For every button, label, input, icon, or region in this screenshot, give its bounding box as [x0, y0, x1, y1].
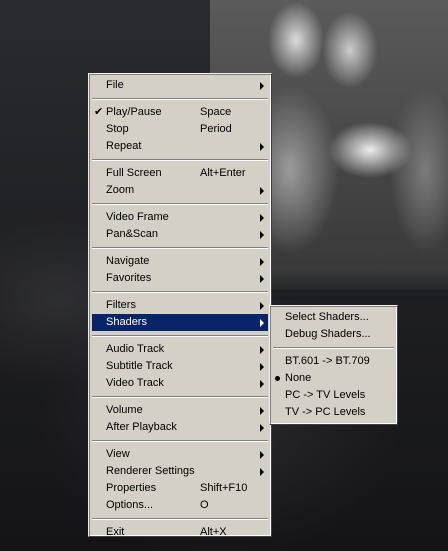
menu-item-file[interactable]: File	[92, 77, 268, 94]
menu-item-label: Repeat	[106, 140, 142, 152]
submenu-arrow-icon	[260, 407, 264, 415]
menu-item-full-screen[interactable]: Full Screen Alt+Enter	[92, 165, 268, 182]
menu-item-navigate[interactable]: Navigate	[92, 253, 268, 270]
submenu-arrow-icon	[260, 82, 264, 90]
submenu-item-label: Select Shaders...	[285, 311, 369, 323]
menu-item-label: Favorites	[106, 272, 152, 284]
menu-item-label: Filters	[106, 299, 136, 311]
menu-separator	[92, 396, 268, 398]
submenu-arrow-icon	[260, 319, 264, 327]
submenu-arrow-icon	[260, 363, 264, 371]
menu-separator	[92, 440, 268, 442]
menu-item-label: Pan&Scan	[106, 228, 158, 240]
submenu-arrow-icon	[260, 275, 264, 283]
menu-item-label: Options...	[106, 499, 154, 511]
menu-item-video-frame[interactable]: Video Frame	[92, 209, 268, 226]
menu-item-label: View	[106, 448, 130, 460]
menu-item-label: Properties	[106, 482, 157, 494]
menu-separator	[92, 518, 268, 520]
menu-item-pan-scan[interactable]: Pan&Scan	[92, 226, 268, 243]
submenu-arrow-icon	[260, 302, 264, 310]
menu-item-after-playback[interactable]: After Playback	[92, 419, 268, 436]
menu-item-options[interactable]: Options... O	[92, 497, 268, 514]
radio-bullet-icon	[275, 376, 280, 381]
menu-item-properties[interactable]: Properties Shift+F10	[92, 480, 268, 497]
menu-separator	[92, 98, 268, 100]
menu-item-filters[interactable]: Filters	[92, 297, 268, 314]
menu-separator	[92, 291, 268, 293]
submenu-arrow-icon	[260, 143, 264, 151]
menu-item-label: After Playback	[106, 421, 177, 433]
menu-item-label: Audio Track	[106, 343, 165, 355]
menu-item-stop[interactable]: Stop Period	[92, 121, 268, 138]
menu-separator	[92, 159, 268, 161]
submenu-item-label: TV -> PC Levels	[285, 406, 366, 418]
context-menu: File ✔ Play/Pause Space Stop Period Repeat Full…	[88, 73, 272, 538]
menu-separator	[92, 247, 268, 249]
menu-item-label: Subtitle Track	[106, 360, 173, 372]
menu-item-play-pause[interactable]: ✔ Play/Pause Space	[92, 104, 268, 121]
menu-item-renderer-settings[interactable]: Renderer Settings	[92, 463, 268, 480]
shaders-submenu: Select Shaders... Debug Shaders... BT.601 …	[269, 305, 398, 425]
submenu-item-label: None	[285, 372, 312, 384]
menu-item-favorites[interactable]: Favorites	[92, 270, 268, 287]
menu-item-video-track[interactable]: Video Track	[92, 375, 268, 392]
menu-item-label: Volume	[106, 404, 143, 416]
menu-item-audio-track[interactable]: Audio Track	[92, 341, 268, 358]
menu-item-repeat[interactable]: Repeat	[92, 138, 268, 155]
submenu-item-none[interactable]: None	[273, 370, 394, 387]
menu-item-label: Shaders	[106, 316, 147, 328]
submenu-arrow-icon	[260, 451, 264, 459]
menu-item-label: Video Frame	[106, 211, 169, 223]
submenu-item-tv-pc-levels[interactable]: TV -> PC Levels	[273, 404, 394, 421]
submenu-arrow-icon	[260, 258, 264, 266]
menu-item-shortcut: Period	[200, 123, 232, 135]
menu-item-shaders[interactable]: Shaders	[92, 314, 268, 331]
menu-item-label: Stop	[106, 123, 129, 135]
menu-item-view[interactable]: View	[92, 446, 268, 463]
submenu-arrow-icon	[260, 468, 264, 476]
menu-item-subtitle-track[interactable]: Subtitle Track	[92, 358, 268, 375]
menu-item-label: Navigate	[106, 255, 150, 267]
menu-item-shortcut: O	[200, 499, 209, 511]
menu-item-label: Play/Pause	[106, 106, 162, 118]
menu-separator	[92, 203, 268, 205]
menu-item-label: Zoom	[106, 184, 135, 196]
menu-item-label: File	[106, 79, 124, 91]
submenu-item-select-shaders[interactable]: Select Shaders...	[273, 309, 394, 326]
menu-item-label: Video Track	[106, 377, 164, 389]
menu-separator	[92, 335, 268, 337]
menu-item-shortcut: Alt+Enter	[200, 167, 246, 179]
submenu-arrow-icon	[260, 380, 264, 388]
menu-item-volume[interactable]: Volume	[92, 402, 268, 419]
submenu-item-label: PC -> TV Levels	[285, 389, 366, 401]
menu-item-label: Full Screen	[106, 167, 162, 179]
menu-item-zoom[interactable]: Zoom	[92, 182, 268, 199]
checkmark-icon: ✔	[94, 106, 104, 118]
menu-item-shortcut: Shift+F10	[200, 482, 248, 494]
menu-item-label: Renderer Settings	[106, 465, 195, 477]
submenu-item-bt-601-bt-709[interactable]: BT.601 -> BT.709	[273, 353, 394, 370]
submenu-item-label: BT.601 -> BT.709	[285, 355, 370, 367]
submenu-arrow-icon	[260, 424, 264, 432]
submenu-arrow-icon	[260, 346, 264, 354]
submenu-item-pc-tv-levels[interactable]: PC -> TV Levels	[273, 387, 394, 404]
menu-item-shortcut: Alt+X	[200, 526, 227, 538]
submenu-item-debug-shaders[interactable]: Debug Shaders...	[273, 326, 394, 343]
menu-item-shortcut: Space	[200, 106, 232, 118]
menu-separator	[273, 347, 394, 349]
submenu-item-label: Debug Shaders...	[285, 328, 371, 340]
submenu-arrow-icon	[260, 187, 264, 195]
menu-item-label: Exit	[106, 526, 125, 538]
submenu-arrow-icon	[260, 231, 264, 239]
submenu-arrow-icon	[260, 214, 264, 222]
menu-item-exit[interactable]: Exit Alt+X	[92, 524, 268, 541]
